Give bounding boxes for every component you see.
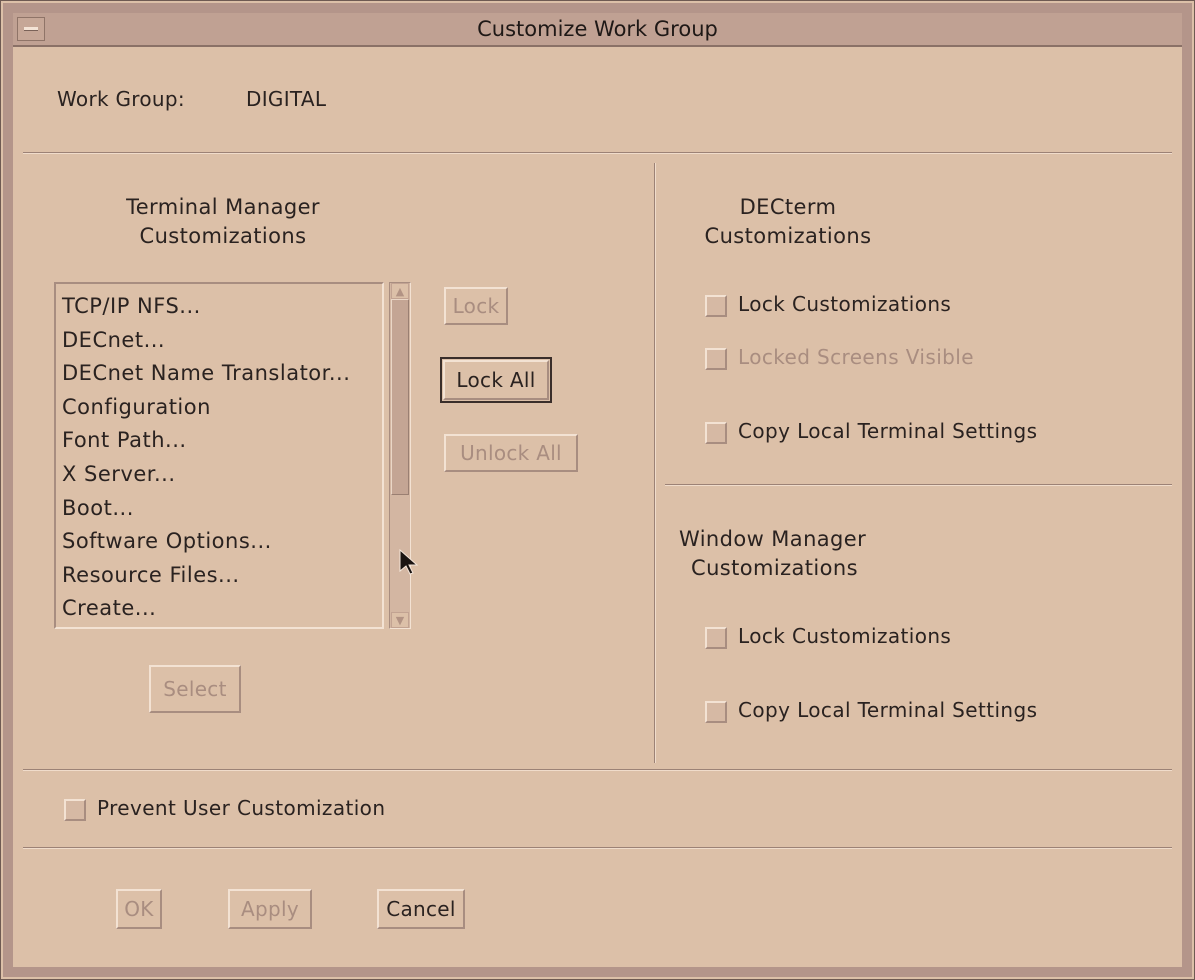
window-manager-heading-line2: Customizations	[691, 556, 858, 580]
prevent-user-customization-checkbox[interactable]	[64, 799, 86, 821]
mouse-pointer-icon	[399, 548, 419, 575]
terminal-manager-heading: Terminal Manager Customizations	[103, 193, 343, 251]
decterm-lock-customizations-checkbox[interactable]	[705, 295, 727, 317]
list-scrollbar[interactable]: ▲ ▼	[389, 282, 411, 629]
list-item[interactable]: Software Options...	[62, 525, 350, 559]
window-title: Customize Work Group	[477, 17, 718, 41]
scroll-up-arrow-icon[interactable]: ▲	[391, 283, 409, 299]
decterm-heading: DECterm Customizations	[683, 193, 893, 251]
apply-button[interactable]: Apply	[228, 889, 312, 929]
divider-bottom	[23, 847, 1172, 849]
list-item[interactable]: Boot...	[62, 492, 350, 526]
list-item[interactable]: Configuration	[62, 391, 350, 425]
list-item[interactable]: Resource Files...	[62, 559, 350, 593]
title-bar[interactable]: Customize Work Group	[13, 13, 1182, 47]
customize-work-group-dialog: Customize Work Group Work Group: DIGITAL…	[0, 0, 1195, 980]
list-item[interactable]: DECnet Name Translator...	[62, 357, 350, 391]
list-item[interactable]: Create...	[62, 592, 350, 626]
window-manager-heading-line1: Window Manager	[679, 527, 867, 551]
list-item[interactable]: X Server...	[62, 458, 350, 492]
work-group-value: DIGITAL	[246, 87, 327, 111]
divider-lower	[23, 769, 1172, 771]
work-group-label: Work Group:	[57, 87, 185, 111]
window-manager-lock-customizations-checkbox[interactable]	[705, 627, 727, 649]
lock-button[interactable]: Lock	[444, 287, 508, 325]
window-manager-copy-local-settings-label[interactable]: Copy Local Terminal Settings	[738, 698, 1037, 722]
window-manager-copy-local-settings-checkbox[interactable]	[705, 701, 727, 723]
divider-vertical	[654, 163, 656, 763]
terminal-manager-list[interactable]: TCP/IP NFS... DECnet... DECnet Name Tran…	[54, 282, 384, 629]
cancel-button[interactable]: Cancel	[377, 889, 465, 929]
divider-right-middle	[665, 484, 1172, 486]
ok-button[interactable]: OK	[116, 889, 162, 929]
lock-all-button[interactable]: Lock All	[440, 357, 552, 403]
decterm-heading-line2: Customizations	[704, 224, 872, 248]
window-manager-lock-customizations-label[interactable]: Lock Customizations	[738, 624, 951, 648]
decterm-copy-local-settings-checkbox[interactable]	[705, 422, 727, 444]
select-button[interactable]: Select	[149, 665, 241, 713]
dialog-content: Work Group: DIGITAL Terminal Manager Cus…	[13, 47, 1182, 967]
scroll-thumb[interactable]	[391, 299, 409, 495]
unlock-all-button[interactable]: Unlock All	[444, 434, 578, 472]
window-manager-heading: Window Manager Customizations	[679, 525, 929, 583]
window-menu-button[interactable]	[17, 17, 45, 41]
list-item[interactable]: DECnet...	[62, 324, 350, 358]
decterm-lock-customizations-label[interactable]: Lock Customizations	[738, 292, 951, 316]
decterm-copy-local-settings-label[interactable]: Copy Local Terminal Settings	[738, 419, 1037, 443]
decterm-locked-screens-visible-checkbox[interactable]	[705, 348, 727, 370]
list-item[interactable]: Font Path...	[62, 424, 350, 458]
scroll-down-arrow-icon[interactable]: ▼	[391, 612, 409, 628]
decterm-heading-line1: DECterm	[739, 195, 837, 219]
list-item[interactable]: TCP/IP NFS...	[62, 290, 350, 324]
window-menu-icon	[24, 27, 38, 31]
divider-top	[23, 152, 1172, 154]
terminal-manager-heading-line2: Customizations	[139, 224, 307, 248]
decterm-locked-screens-visible-label[interactable]: Locked Screens Visible	[738, 345, 974, 369]
prevent-user-customization-label[interactable]: Prevent User Customization	[97, 796, 385, 820]
terminal-manager-heading-line1: Terminal Manager	[126, 195, 320, 219]
